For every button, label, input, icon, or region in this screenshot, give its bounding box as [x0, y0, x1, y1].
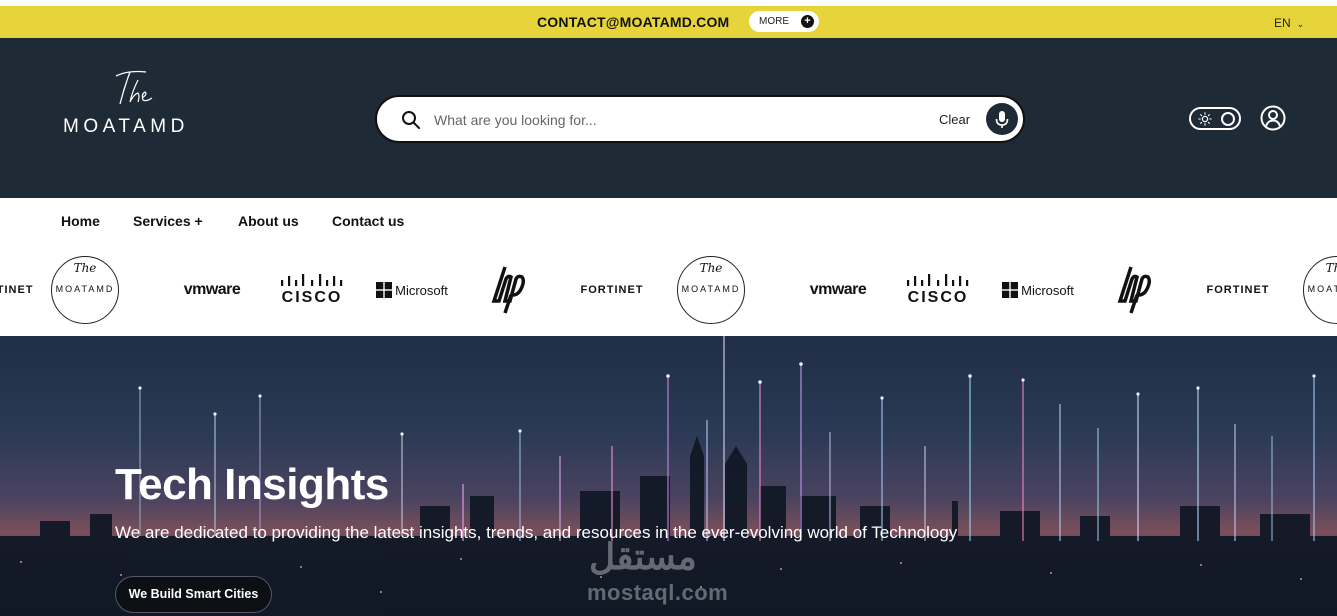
search-input[interactable]: What are you looking for...: [434, 112, 597, 128]
search-bar[interactable]: What are you looking for... Clear: [375, 95, 1025, 143]
partner-logo-cisco: CISCO: [902, 244, 974, 336]
partner-logo-moatamd: The MOATAMD: [51, 256, 119, 324]
more-button[interactable]: MORE +: [749, 11, 819, 32]
logo-script-the: [115, 70, 153, 105]
hero-subtitle: We are dedicated to providing the latest…: [115, 523, 958, 542]
plus-circle-icon: +: [801, 15, 814, 28]
sun-icon: [1198, 112, 1212, 126]
contact-email-link[interactable]: CONTACT@MOATAMD.COM: [537, 14, 729, 30]
partner-logo-moatamd: The MOATAMD: [1303, 256, 1337, 324]
partner-logo-microsoft: Microsoft: [373, 244, 451, 336]
hero-title: Tech Insights: [115, 460, 389, 509]
nav-item-about[interactable]: About us: [238, 213, 299, 229]
top-contact-bar: CONTACT@MOATAMD.COM MORE + EN ⌄: [0, 6, 1337, 38]
more-button-label: MORE: [759, 16, 789, 27]
partner-logo-fortinet: FORTINET: [580, 284, 644, 296]
partner-logo-vmware: vmware: [809, 281, 867, 298]
site-header: MOATAMD What are you looking for... Clea…: [0, 38, 1337, 198]
microsoft-squares-icon: [376, 282, 393, 298]
chevron-down-icon: ⌄: [1296, 19, 1305, 29]
partner-logos-strip: FORTINET The MOATAMD vmware CISCO Micros…: [0, 244, 1337, 336]
cisco-bars-icon: [281, 273, 343, 286]
search-clear-button[interactable]: Clear: [939, 112, 970, 127]
site-logo[interactable]: MOATAMD: [63, 116, 189, 138]
hp-logo-icon: [491, 266, 526, 314]
partner-logo-microsoft: Microsoft: [999, 244, 1077, 336]
voice-search-button[interactable]: [986, 103, 1018, 135]
theme-toggle[interactable]: [1189, 107, 1241, 130]
partner-logo-fortinet: FORTINET: [0, 284, 34, 296]
partner-logo-hp: [488, 244, 534, 336]
language-selector[interactable]: EN ⌄: [1274, 16, 1304, 30]
partner-logo-hp: [1114, 244, 1160, 336]
nav-item-contact[interactable]: Contact us: [332, 213, 404, 229]
microphone-icon: [995, 111, 1009, 128]
language-label: EN: [1274, 16, 1291, 30]
smart-cities-button[interactable]: We Build Smart Cities: [115, 576, 272, 613]
nav-item-home[interactable]: Home: [61, 213, 100, 229]
hp-logo-icon: [1117, 266, 1152, 314]
search-icon: [402, 111, 420, 129]
partner-logo-cisco: CISCO: [276, 244, 348, 336]
user-icon[interactable]: [1260, 105, 1286, 131]
partner-logo-moatamd: The MOATAMD: [677, 256, 745, 324]
microsoft-squares-icon: [1002, 282, 1019, 298]
partner-logo-fortinet: FORTINET: [1206, 284, 1270, 296]
main-nav: Home Services + About us Contact us: [0, 198, 1337, 244]
watermark-logo: مستقل mostaql.com: [587, 536, 729, 605]
cisco-bars-icon: [907, 273, 969, 286]
toggle-knob: [1221, 112, 1235, 126]
hero-banner: Tech Insights We are dedicated to provid…: [0, 336, 1337, 616]
nav-item-services[interactable]: Services +: [133, 213, 203, 229]
partner-logo-vmware: vmware: [183, 281, 241, 298]
